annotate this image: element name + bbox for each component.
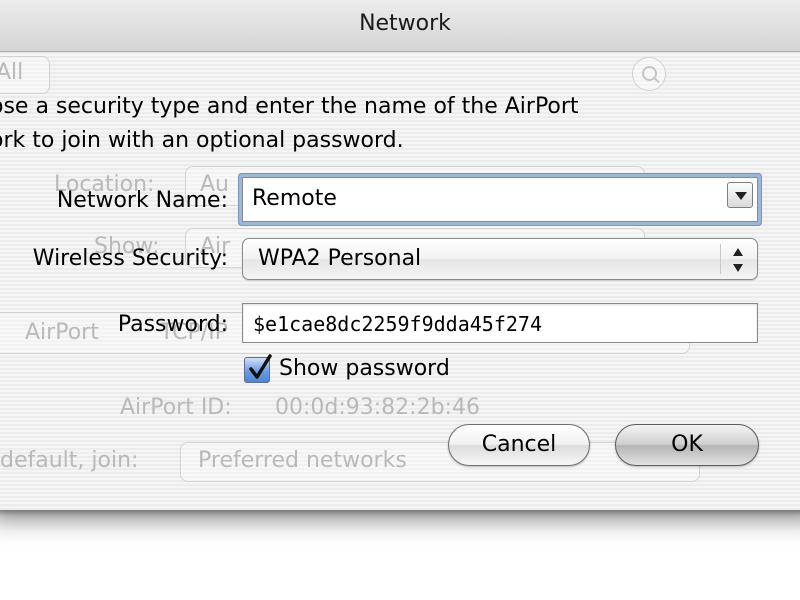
search-icon bbox=[632, 57, 666, 91]
popup-arrows-icon bbox=[733, 248, 743, 272]
cancel-button[interactable]: Cancel bbox=[448, 424, 590, 466]
show-all-label-bg: All bbox=[0, 60, 24, 85]
show-password-label[interactable]: Show password bbox=[279, 356, 450, 381]
show-password-checkbox[interactable] bbox=[244, 354, 272, 383]
sheet-prompt: ose a security type and enter the name o… bbox=[0, 90, 579, 158]
join-label-bg: default, join: bbox=[0, 448, 139, 473]
window-title: Network bbox=[359, 11, 451, 36]
password-value: $e1cae8dc2259f9dda45f274 bbox=[253, 312, 542, 336]
combo-dropdown-icon[interactable] bbox=[727, 182, 753, 208]
wireless-security-popup[interactable]: WPA2 Personal bbox=[242, 238, 758, 280]
airport-id-label-bg: AirPort ID: bbox=[120, 395, 232, 420]
ok-button[interactable]: OK bbox=[615, 424, 759, 466]
prompt-line-1: ose a security type and enter the name o… bbox=[0, 94, 579, 119]
tab-airport-bg: AirPort bbox=[25, 320, 99, 345]
checkmark-icon bbox=[249, 354, 272, 379]
network-name-label: Network Name: bbox=[56, 188, 228, 213]
airport-id-value-bg: 00:0d:93:82:2b:46 bbox=[275, 395, 480, 420]
network-name-input[interactable]: Remote bbox=[252, 186, 337, 211]
password-field[interactable]: $e1cae8dc2259f9dda45f274 bbox=[242, 303, 758, 343]
title-bar[interactable]: Network bbox=[0, 0, 800, 52]
wireless-security-label: Wireless Security: bbox=[32, 246, 228, 271]
wireless-security-value: WPA2 Personal bbox=[258, 246, 422, 271]
network-name-combobox[interactable]: Remote bbox=[242, 177, 758, 222]
password-label: Password: bbox=[117, 312, 228, 337]
popup-divider bbox=[720, 244, 721, 274]
join-value-bg: Preferred networks bbox=[198, 448, 407, 473]
prompt-line-2: ork to join with an optional password. bbox=[0, 128, 404, 153]
